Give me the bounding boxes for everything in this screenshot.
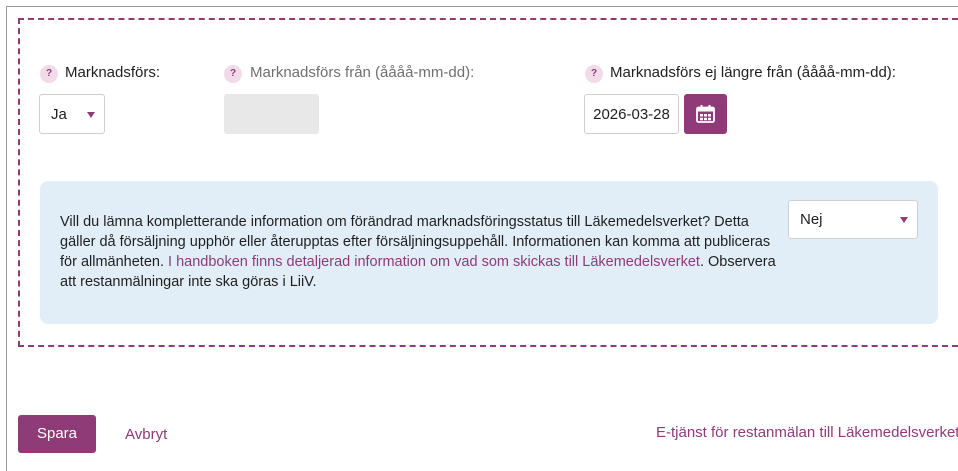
marketed-until-label: Marknadsförs ej längre från (åååå-mm-dd)… [610, 64, 896, 81]
marketed-from-label: Marknadsförs från (åååå-mm-dd): [250, 64, 475, 81]
marketed-select-value: Ja [51, 106, 67, 123]
etjanst-restanmalan-link[interactable]: E-tjänst för restanmälan till Läkemedels… [656, 424, 958, 441]
help-icon-marketed-from[interactable]: ? [224, 65, 242, 83]
supplementary-info-select[interactable]: Nej [788, 200, 918, 239]
help-icon-marketed-until[interactable]: ? [585, 65, 603, 83]
calendar-icon [696, 105, 715, 123]
marketed-label: Marknadsförs: [65, 64, 161, 81]
cancel-link[interactable]: Avbryt [125, 426, 167, 443]
handbook-link[interactable]: I handboken finns detaljerad information… [168, 254, 700, 270]
help-icon-marketed[interactable]: ? [40, 65, 58, 83]
marketed-select[interactable]: Ja [39, 94, 105, 134]
info-text: Vill du lämna kompletterande information… [60, 212, 788, 292]
supplementary-info-select-value: Nej [800, 211, 823, 228]
marketed-from-date-field [224, 94, 319, 134]
chevron-down-icon [87, 112, 95, 118]
save-button[interactable]: Spara [18, 415, 96, 453]
marketed-until-date-input[interactable] [584, 94, 679, 134]
calendar-button[interactable] [684, 94, 727, 134]
chevron-down-icon [900, 217, 908, 223]
